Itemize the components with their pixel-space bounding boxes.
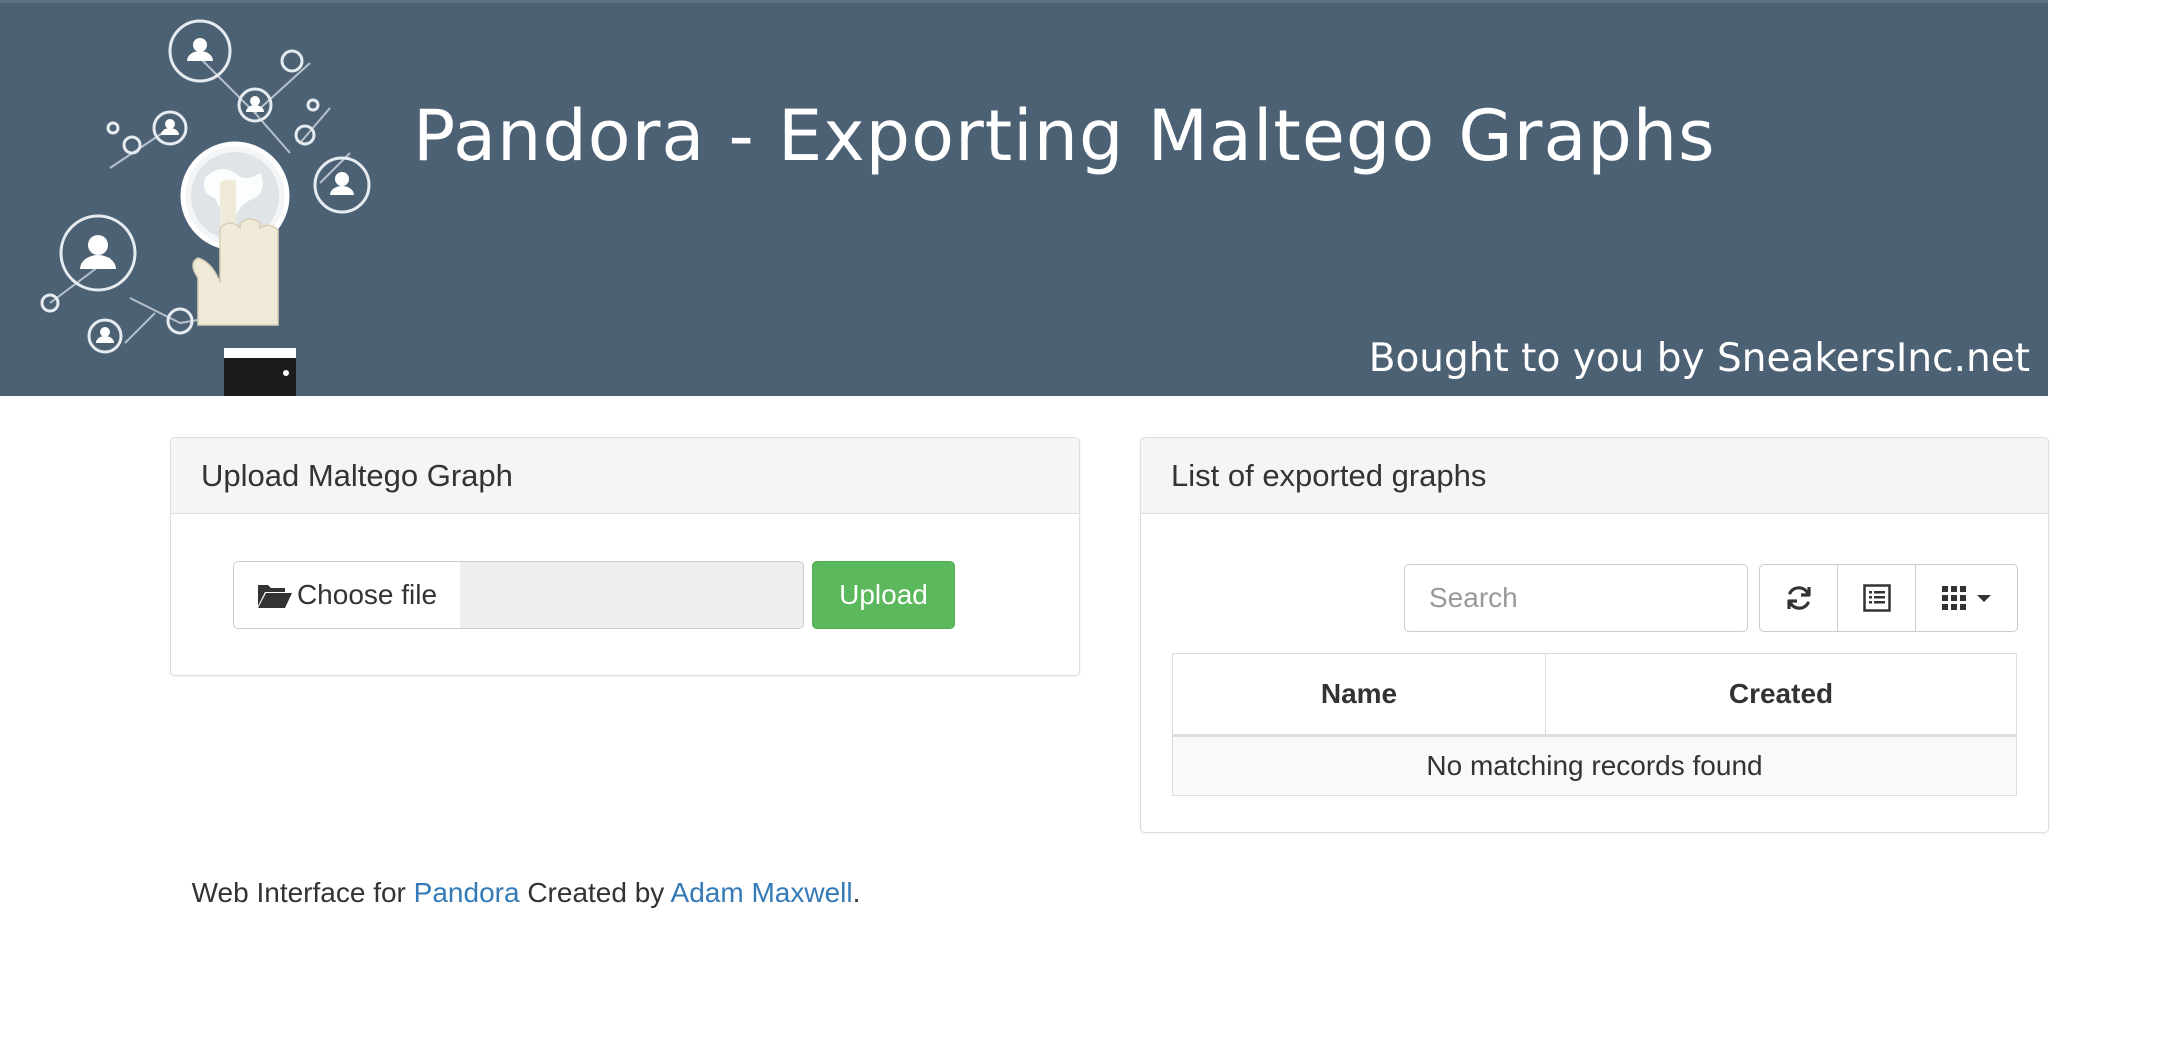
list-view-icon bbox=[1862, 584, 1891, 612]
refresh-icon bbox=[1786, 586, 1811, 610]
columns-dropdown-button[interactable] bbox=[1915, 564, 2018, 632]
footer-line: Web Interface for Pandora Created by Ada… bbox=[192, 877, 861, 908]
caret-down-icon bbox=[1976, 595, 1991, 602]
choose-file-label: Choose file bbox=[296, 579, 438, 610]
upload-panel-heading: Upload Maltego Graph bbox=[171, 438, 1079, 514]
page-title: Pandora - Exporting Maltego Graphs bbox=[413, 95, 1716, 177]
table-toolbar bbox=[1759, 564, 2018, 632]
column-header-name[interactable]: Name bbox=[1172, 653, 1546, 737]
search-input[interactable] bbox=[1404, 564, 1748, 632]
footer-suffix: . bbox=[852, 877, 861, 908]
folder-open-icon bbox=[257, 585, 292, 608]
network-touch-illustration bbox=[40, 19, 371, 396]
pandora-link[interactable]: Pandora bbox=[414, 877, 520, 908]
toggle-view-button[interactable] bbox=[1837, 564, 1916, 632]
footer: Web Interface for Pandora Created by Ada… bbox=[0, 877, 2158, 909]
refresh-button[interactable] bbox=[1759, 564, 1838, 632]
exported-graphs-table: Name Created No matching records found bbox=[1172, 653, 2017, 796]
column-header-created[interactable]: Created bbox=[1545, 653, 2017, 737]
upload-button[interactable]: Upload bbox=[812, 561, 955, 629]
footer-middle: Created by bbox=[527, 877, 665, 908]
choose-file-button[interactable]: Choose file bbox=[233, 561, 461, 629]
table-header-row: Name Created bbox=[1172, 653, 2017, 737]
file-path-input[interactable] bbox=[460, 561, 804, 629]
columns-grid-icon bbox=[1941, 586, 1966, 610]
header-banner: Pandora - Exporting Maltego Graphs Bough… bbox=[0, 0, 2048, 396]
upload-panel: Upload Maltego Graph Choose file Upload bbox=[170, 437, 1080, 676]
table-row: No matching records found bbox=[1172, 735, 2017, 796]
banner-tagline: Bought to you by SneakersInc.net bbox=[1368, 336, 2030, 381]
exported-graphs-panel: List of exported graphs Search Name Crea… bbox=[1140, 437, 2049, 833]
exported-graphs-heading: List of exported graphs bbox=[1141, 438, 2048, 514]
empty-table-message: No matching records found bbox=[1172, 735, 2017, 796]
footer-prefix: Web Interface for bbox=[191, 877, 406, 908]
author-link[interactable]: Adam Maxwell bbox=[671, 877, 853, 908]
